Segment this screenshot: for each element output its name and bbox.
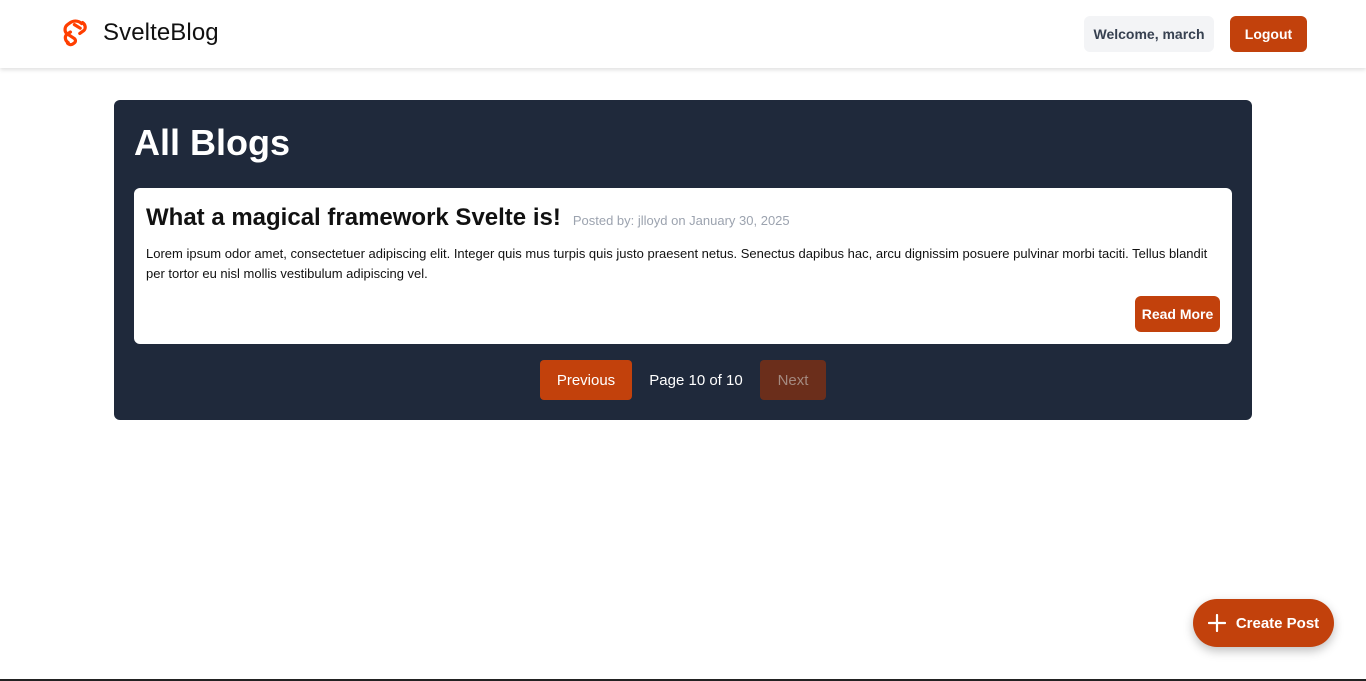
- plus-icon: [1207, 614, 1226, 632]
- read-more-button[interactable]: Read More: [1135, 296, 1220, 332]
- svelte-logo-icon: [63, 19, 87, 47]
- create-post-label: Create Post: [1235, 614, 1320, 632]
- post-excerpt: Lorem ipsum odor amet, consectetuer adip…: [146, 246, 1208, 281]
- next-page-button[interactable]: Next: [760, 360, 826, 400]
- create-post-button[interactable]: Create Post: [1193, 599, 1334, 647]
- welcome-badge: Welcome, march: [1084, 16, 1214, 52]
- logout-button[interactable]: Logout: [1230, 16, 1307, 52]
- blog-post-card: What a magical framework Svelte is! Post…: [134, 188, 1232, 344]
- page-title: All Blogs: [134, 122, 291, 163]
- brand[interactable]: SvelteBlog: [62, 18, 219, 48]
- navbar: SvelteBlog Welcome, march Logout: [0, 0, 1366, 68]
- blogs-panel: All Blogs What a magical framework Svelt…: [114, 100, 1252, 420]
- post-title: What a magical framework Svelte is!: [146, 204, 561, 231]
- post-meta: Posted by: jlloyd on January 30, 2025: [572, 213, 790, 228]
- post-header: What a magical framework Svelte is! Post…: [146, 204, 790, 232]
- page-indicator: Page 10 of 10: [649, 371, 743, 389]
- previous-page-button[interactable]: Previous: [540, 360, 632, 400]
- brand-name: SvelteBlog: [103, 19, 219, 46]
